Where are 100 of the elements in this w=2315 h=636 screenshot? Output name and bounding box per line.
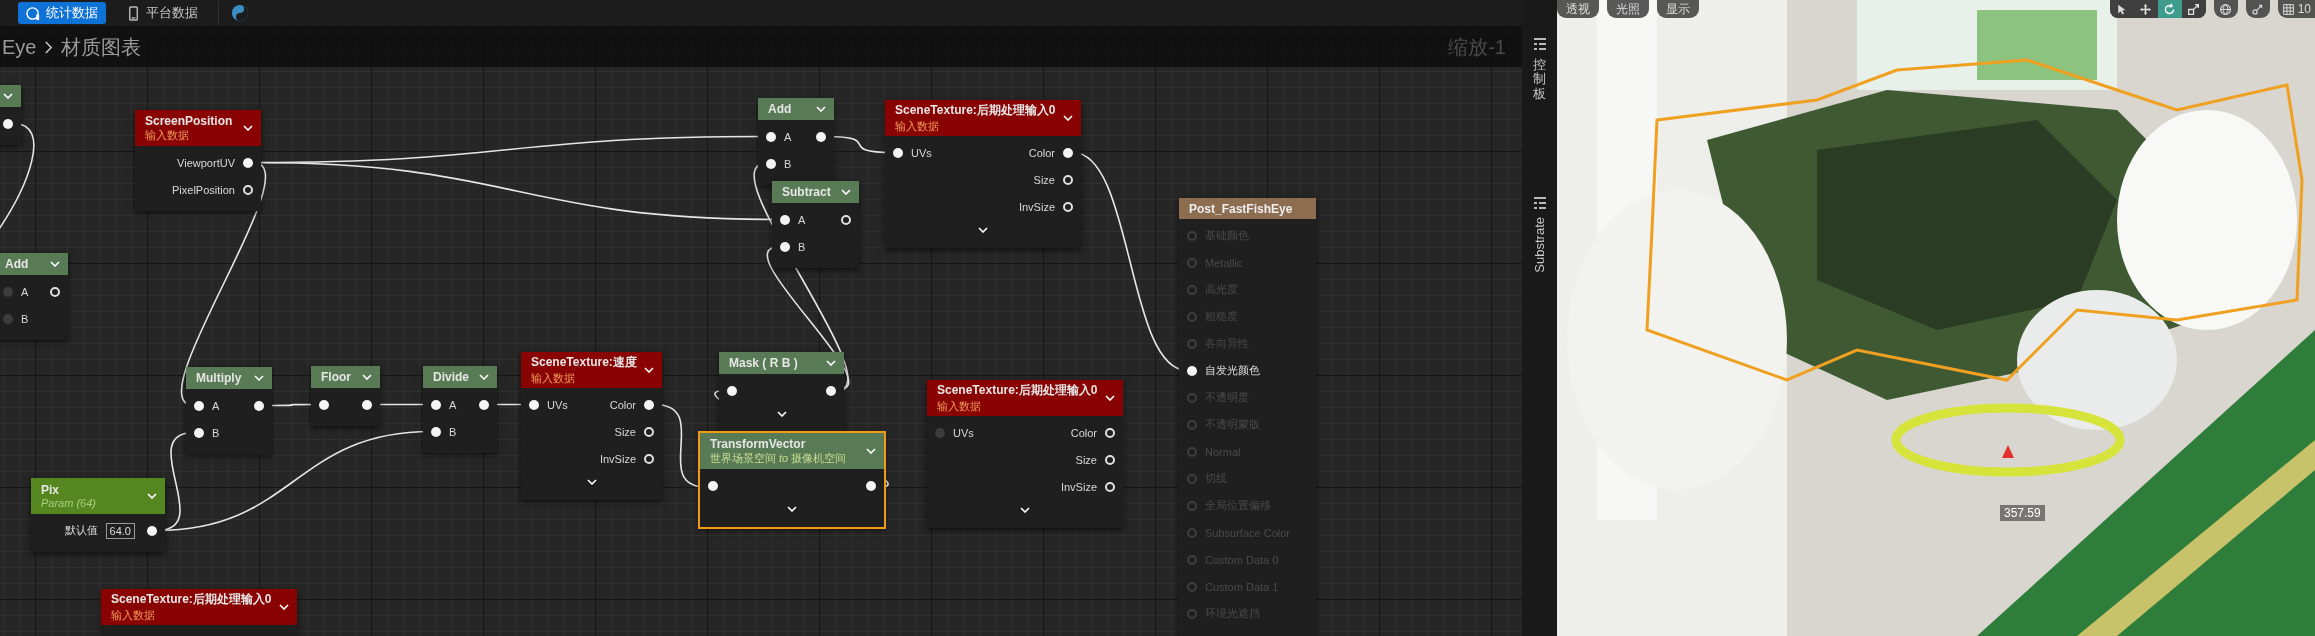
node-title: SceneTexture:后期处理输入0	[111, 591, 272, 608]
pin[interactable]	[766, 158, 776, 169]
pin-label: Color	[1070, 426, 1097, 439]
pin[interactable]	[893, 147, 903, 158]
expand-chevron-icon[interactable]	[978, 227, 988, 233]
chevron-icon[interactable]	[3, 93, 13, 99]
graph-node[interactable]: Divide A B	[423, 366, 497, 453]
chevron-icon[interactable]	[866, 448, 876, 454]
graph-node[interactable]: Pix Param (64) 默认值 64.0	[31, 478, 165, 552]
pin[interactable]	[727, 385, 737, 396]
graph-node[interactable]: Add A B	[0, 253, 68, 340]
chevron-icon[interactable]	[254, 375, 264, 381]
chevron-icon[interactable]	[1105, 395, 1115, 401]
graph-node[interactable]: SceneTexture:后期处理输入0 输入数据 UVs Color Size InvSize	[927, 380, 1123, 528]
pin-label: Size	[614, 425, 636, 438]
pin[interactable]	[479, 399, 489, 410]
distance-label: 357.59	[2000, 505, 2045, 521]
node-title: Subtract	[782, 185, 831, 199]
node-title: Multiply	[196, 371, 242, 385]
pin[interactable]	[529, 399, 539, 410]
tool-button[interactable]	[2109, 0, 2134, 18]
node-subtitle: 世界场景空间 to 摄像机空间	[710, 450, 847, 466]
pin[interactable]	[1187, 365, 1197, 376]
pin[interactable]	[254, 400, 264, 411]
globe-button[interactable]	[2213, 0, 2238, 18]
graph-node[interactable]: SceneTexture:后期处理输入0 输入数据	[101, 589, 297, 636]
chevron-icon[interactable]	[816, 106, 826, 112]
graph-node[interactable]: ScreenPosition 输入数据 ViewportUV PixelPosition	[135, 110, 261, 211]
chevron-icon[interactable]	[826, 360, 836, 366]
move-icon	[2139, 2, 2153, 16]
snap-button[interactable]	[2245, 0, 2270, 18]
node-subtitle: 输入数据	[895, 119, 940, 134]
pin[interactable]	[1063, 147, 1073, 158]
chevron-icon[interactable]	[479, 374, 489, 380]
graph-node[interactable]: Floor	[311, 366, 380, 426]
node-subtitle: 输入数据	[531, 371, 576, 386]
pin[interactable]	[866, 480, 876, 491]
stats-icon	[26, 5, 41, 21]
pin[interactable]	[816, 131, 826, 142]
node-title: SceneTexture:后期处理输入0	[937, 382, 1098, 399]
expand-chevron-icon[interactable]	[586, 479, 597, 485]
chevron-icon[interactable]	[841, 189, 851, 195]
chevron-icon[interactable]	[243, 125, 253, 131]
pin[interactable]	[780, 214, 790, 225]
pin[interactable]	[194, 400, 204, 411]
side-tab[interactable]: Substrate	[1532, 217, 1547, 273]
node-subtitle: 输入数据	[937, 399, 982, 414]
pin[interactable]	[362, 399, 372, 410]
expand-chevron-icon[interactable]	[787, 506, 797, 512]
toolbar-button[interactable]: 统计数据	[18, 2, 106, 24]
pin[interactable]	[194, 427, 204, 438]
graph-node[interactable]: SceneTexture:速度 输入数据 UVs Color Size InvSize	[521, 352, 662, 500]
scale-icon	[2187, 2, 2201, 16]
pin-label: InvSize	[599, 452, 636, 465]
pin[interactable]	[644, 399, 654, 410]
graph-node[interactable]: SceneTexture:后期处理输入0 输入数据 UVs Color Size InvSize	[885, 100, 1081, 248]
chevron-icon[interactable]	[279, 604, 289, 610]
expand-chevron-icon[interactable]	[776, 411, 787, 417]
pin[interactable]	[319, 399, 329, 410]
pin[interactable]	[3, 118, 13, 129]
pin-label: A	[449, 398, 457, 411]
viewport-button[interactable]: 显示	[1657, 0, 1699, 18]
pin[interactable]	[826, 385, 836, 396]
grid-snap-button[interactable]: 10	[2277, 0, 2315, 18]
graph-node[interactable]: Multiply A B	[186, 367, 272, 454]
breadcrumb-item[interactable]: Eye	[2, 35, 37, 59]
pin[interactable]	[147, 525, 157, 536]
pin-label: Size	[1075, 453, 1097, 466]
graph-node[interactable]: Subtract A B	[772, 181, 859, 268]
pin[interactable]	[243, 157, 253, 168]
chevron-icon[interactable]	[362, 374, 372, 380]
breadcrumb-item[interactable]: 材质图表	[61, 33, 142, 61]
viewport-button[interactable]: 光照	[1607, 0, 1649, 18]
grid-icon	[2281, 2, 2295, 16]
value-field[interactable]: 64.0	[105, 522, 135, 539]
expand-chevron-icon[interactable]	[1020, 507, 1030, 513]
tool-button[interactable]	[2181, 0, 2206, 18]
pin[interactable]	[431, 426, 441, 437]
toolbar-button[interactable]: 平台数据	[118, 2, 206, 24]
chevron-icon[interactable]	[644, 367, 654, 373]
pin[interactable]	[780, 241, 790, 252]
pin[interactable]	[708, 480, 718, 491]
graph-node[interactable]: Add A B	[758, 98, 834, 185]
graph-node[interactable]: TransformVector 世界场景空间 to 摄像机空间	[700, 433, 884, 527]
pin-label: PixelPosition	[172, 183, 235, 196]
chevron-icon[interactable]	[147, 493, 157, 499]
pin-label: B	[21, 312, 29, 325]
yin-yang-icon[interactable]	[231, 4, 249, 22]
graph-node[interactable]: Mask ( R B )	[719, 352, 844, 432]
tool-button[interactable]	[2133, 0, 2158, 18]
pin-label: A	[21, 285, 29, 298]
tool-button[interactable]	[2157, 0, 2182, 18]
side-tab[interactable]: 控制板	[1533, 58, 1546, 101]
pin[interactable]	[766, 131, 776, 142]
chevron-icon[interactable]	[50, 261, 60, 267]
viewport-button[interactable]: 透视	[1557, 0, 1599, 18]
node-title: TransformVector	[710, 436, 807, 451]
chevron-icon[interactable]	[1063, 115, 1073, 121]
pin-label: 默认值	[64, 523, 98, 538]
pin[interactable]	[431, 399, 441, 410]
